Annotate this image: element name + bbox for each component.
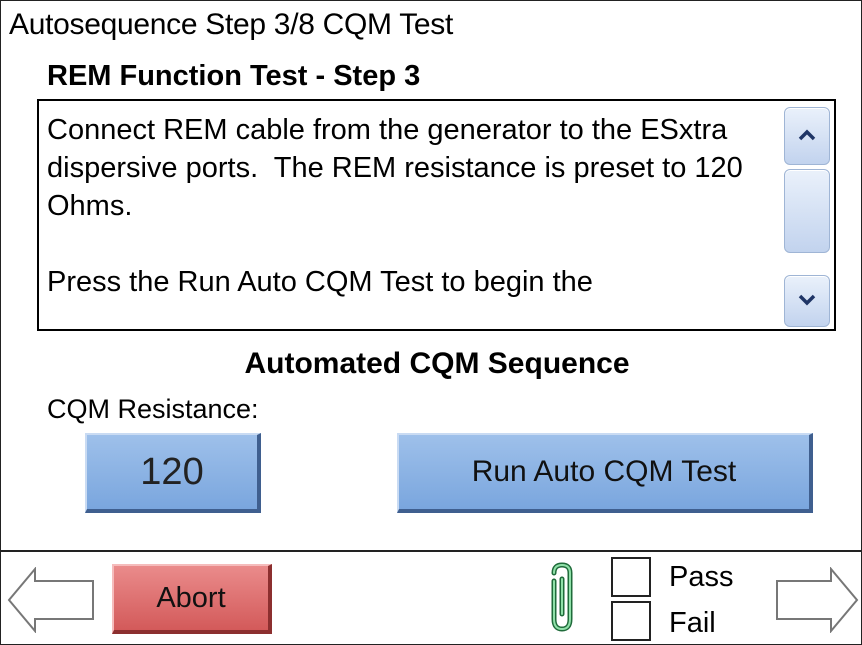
instructions-scrollbar[interactable] bbox=[784, 107, 830, 327]
scroll-thumb[interactable] bbox=[784, 169, 830, 253]
chevron-up-icon bbox=[798, 129, 816, 141]
arrow-left-icon[interactable] bbox=[5, 567, 97, 633]
chevron-down-icon bbox=[798, 294, 816, 306]
window-title: Autosequence Step 3/8 CQM Test bbox=[9, 8, 454, 41]
footer-divider bbox=[1, 550, 862, 552]
fail-label: Fail bbox=[669, 607, 716, 639]
cqm-resistance-value-button[interactable]: 120 bbox=[85, 433, 261, 513]
cqm-resistance-label: CQM Resistance: bbox=[47, 394, 259, 424]
run-auto-cqm-test-button[interactable]: Run Auto CQM Test bbox=[397, 433, 813, 513]
autosequence-screen: Autosequence Step 3/8 CQM Test REM Funct… bbox=[0, 0, 862, 645]
paperclip-icon[interactable] bbox=[537, 559, 587, 639]
scroll-up-button[interactable] bbox=[784, 107, 830, 165]
pass-checkbox[interactable] bbox=[611, 557, 651, 597]
fail-checkbox[interactable] bbox=[611, 601, 651, 641]
instructions-text: Connect REM cable from the generator to … bbox=[47, 114, 743, 298]
pass-label: Pass bbox=[669, 561, 734, 593]
arrow-right-icon[interactable] bbox=[775, 567, 861, 633]
sequence-heading: Automated CQM Sequence bbox=[244, 347, 630, 380]
step-heading: REM Function Test - Step 3 bbox=[47, 60, 421, 92]
scroll-down-button[interactable] bbox=[784, 275, 830, 327]
instructions-panel[interactable]: Connect REM cable from the generator to … bbox=[37, 99, 836, 331]
abort-button[interactable]: Abort bbox=[112, 564, 272, 634]
